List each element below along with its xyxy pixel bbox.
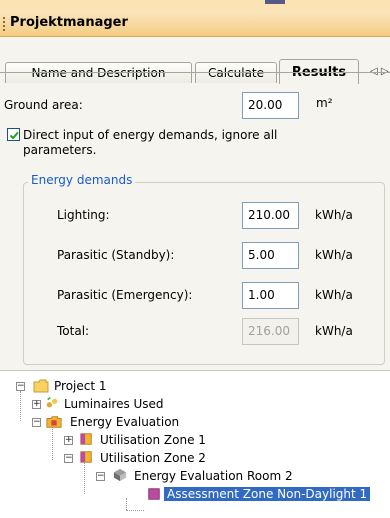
direct-input-label-line2[interactable]: parameters. bbox=[23, 143, 96, 157]
tree-item-utilisation-zone-1[interactable]: + Utilisation Zone 1 bbox=[64, 432, 264, 450]
parasitic-emergency-unit: kWh/a bbox=[315, 288, 353, 302]
parasitic-standby-unit: kWh/a bbox=[315, 248, 353, 262]
panel-title: Projektmanager bbox=[10, 15, 128, 30]
tree-item-energy-evaluation[interactable]: − Energy Evaluation bbox=[32, 414, 252, 432]
tree-item-project-1[interactable]: − Project 1 bbox=[16, 378, 216, 396]
results-panel: Name and Description Calculate Results ◁… bbox=[0, 37, 390, 371]
parasitic-standby-label: Parasitic (Standby): bbox=[57, 248, 175, 262]
tab-strip: Name and Description Calculate Results ◁… bbox=[0, 47, 390, 84]
window-top-strip bbox=[0, 0, 390, 10]
luminaires-icon bbox=[46, 397, 58, 408]
project-tree: − Project 1 + Luminaires Used − Energy E… bbox=[16, 378, 390, 518]
tree-item-energy-evaluation-room-2[interactable]: − Energy Evaluation Room 2 bbox=[96, 468, 336, 486]
lighting-unit: kWh/a bbox=[315, 208, 353, 222]
energy-evaluation-icon bbox=[46, 416, 62, 428]
tree-item-assessment-zone-non-daylight-1[interactable]: Assessment Zone Non-Daylight 1 bbox=[146, 486, 386, 504]
tree-item-utilisation-zone-2[interactable]: − Utilisation Zone 2 bbox=[64, 450, 264, 468]
checkmark-icon bbox=[9, 131, 19, 140]
direct-input-label[interactable]: Direct input of energy demands, ignore a… bbox=[23, 128, 277, 142]
tab-underline bbox=[0, 72, 390, 73]
tree-item-label: Assessment Zone Non-Daylight 1 bbox=[164, 487, 371, 501]
assessment-zone-icon bbox=[148, 488, 160, 500]
total-input: 216.00 bbox=[242, 318, 299, 345]
tree-connector bbox=[126, 510, 144, 511]
total-unit: kWh/a bbox=[315, 324, 353, 338]
utilisation-zone-icon bbox=[80, 451, 92, 463]
top-strip-mark bbox=[265, 0, 285, 4]
tree-item-luminaires-used[interactable]: + Luminaires Used bbox=[32, 396, 232, 414]
parasitic-emergency-input[interactable]: 1.00 bbox=[242, 282, 299, 309]
direct-input-checkbox[interactable] bbox=[7, 128, 20, 141]
tree-item-label: Energy Evaluation bbox=[70, 415, 180, 429]
lighting-label: Lighting: bbox=[57, 208, 110, 222]
expand-icon[interactable]: + bbox=[32, 400, 41, 409]
tree-item-label: Energy Evaluation Room 2 bbox=[134, 469, 293, 483]
ground-area-unit: m² bbox=[316, 96, 333, 110]
ground-area-label: Ground area: bbox=[4, 98, 83, 112]
room-icon bbox=[113, 468, 127, 482]
tree-item-label: Utilisation Zone 1 bbox=[100, 433, 206, 447]
parasitic-emergency-label: Parasitic (Emergency): bbox=[57, 288, 193, 302]
collapse-icon[interactable]: − bbox=[16, 382, 25, 391]
collapse-icon[interactable]: − bbox=[64, 454, 73, 463]
expand-icon[interactable]: + bbox=[64, 436, 73, 445]
collapse-icon[interactable]: − bbox=[96, 472, 105, 481]
tree-connector bbox=[126, 498, 127, 510]
tree-item-label: Utilisation Zone 2 bbox=[100, 451, 206, 465]
tree-item-label: Luminaires Used bbox=[64, 397, 164, 411]
energy-demands-title: Energy demands bbox=[28, 173, 136, 187]
total-label: Total: bbox=[57, 324, 90, 338]
ground-area-input[interactable]: 20.00 bbox=[242, 92, 299, 119]
panel-titlebar[interactable]: Projektmanager bbox=[0, 10, 390, 37]
collapse-icon[interactable]: − bbox=[32, 418, 41, 427]
drag-grip-icon[interactable] bbox=[3, 17, 5, 31]
lighting-input[interactable]: 210.00 bbox=[242, 202, 299, 229]
utilisation-zone-icon bbox=[80, 433, 92, 445]
tree-item-label: Project 1 bbox=[54, 379, 107, 393]
folder-icon bbox=[33, 379, 49, 393]
parasitic-standby-input[interactable]: 5.00 bbox=[242, 242, 299, 269]
